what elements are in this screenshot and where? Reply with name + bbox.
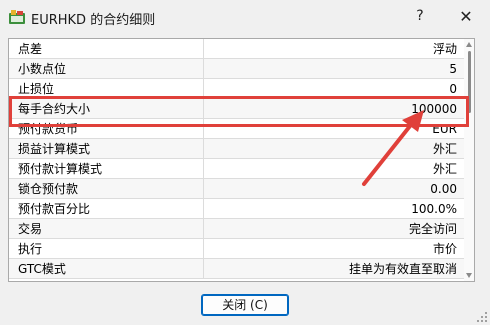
spec-row-execution[interactable]: 执行 市价	[9, 239, 464, 259]
spec-value: 100.0%	[411, 202, 457, 216]
spec-row-stops-level[interactable]: 止损位 0	[9, 79, 464, 99]
spec-label: 每手合约大小	[9, 99, 204, 118]
spec-row-profit-calc-mode[interactable]: 损益计算模式 外汇	[9, 139, 464, 159]
spec-value: 5	[449, 62, 457, 76]
spec-value: 0	[449, 82, 457, 96]
resize-grip-icon[interactable]	[477, 312, 487, 322]
window-title: EURHKD 的合约细则	[31, 13, 156, 28]
spec-row-digits[interactable]: 小数点位 5	[9, 59, 464, 79]
title-bar[interactable]: EURHKD 的合约细则 ? ✕	[0, 0, 490, 34]
scrollbar-thumb[interactable]	[468, 51, 471, 113]
spec-row-margin-calc-mode[interactable]: 预付款计算模式 外汇	[9, 159, 464, 179]
spec-row-contract-size[interactable]: 每手合约大小 100000	[9, 99, 464, 119]
spec-label: 锁仓预付款	[9, 179, 204, 198]
spec-row-margin-currency[interactable]: 预付款货币 EUR	[9, 119, 464, 139]
close-icon: ✕	[459, 6, 473, 26]
spec-label: 损益计算模式	[9, 139, 204, 158]
app-icon	[9, 10, 25, 24]
spec-list[interactable]: 点差 浮动 小数点位 5 止损位 0 每手合约大小 100000 预付款货币 E…	[8, 38, 475, 282]
spec-value: 0.00	[430, 182, 457, 196]
spec-label: 执行	[9, 239, 204, 258]
vertical-scrollbar[interactable]	[464, 39, 474, 281]
spec-value: 浮动	[432, 42, 457, 56]
spec-value: 市价	[432, 242, 457, 256]
spec-value: 挂单为有效直至取消	[348, 262, 457, 276]
window-close-button[interactable]: ✕	[444, 0, 488, 32]
help-icon: ?	[416, 8, 424, 24]
spec-value: 完全访问	[408, 222, 457, 236]
spec-label: 预付款百分比	[9, 199, 204, 218]
spec-label: 预付款计算模式	[9, 159, 204, 178]
spec-row-gtc-mode[interactable]: GTC模式 挂单为有效直至取消	[9, 259, 464, 279]
spec-row-spread[interactable]: 点差 浮动	[9, 39, 464, 59]
help-button[interactable]: ?	[398, 0, 442, 32]
spec-value: 外汇	[432, 142, 457, 156]
scroll-down-icon[interactable]	[466, 273, 472, 278]
spec-row-margin-percentage[interactable]: 预付款百分比 100.0%	[9, 199, 464, 219]
spec-label: 小数点位	[9, 59, 204, 78]
spec-row-trade-mode[interactable]: 交易 完全访问	[9, 219, 464, 239]
spec-label: 点差	[9, 39, 204, 58]
spec-label: 预付款货币	[9, 119, 204, 138]
spec-label: 止损位	[9, 79, 204, 98]
scroll-up-icon[interactable]	[466, 42, 472, 47]
spec-label: GTC模式	[9, 259, 204, 278]
spec-value: EUR	[432, 122, 457, 136]
spec-label: 交易	[9, 219, 204, 238]
spec-value: 100000	[411, 102, 457, 116]
spec-row-hedged-margin[interactable]: 锁仓预付款 0.00	[9, 179, 464, 199]
spec-value: 外汇	[432, 162, 457, 176]
contract-spec-dialog: EURHKD 的合约细则 ? ✕ 点差 浮动 小数点位 5 止损位 0 每手合约…	[0, 0, 490, 325]
close-button[interactable]: 关闭 (C)	[201, 294, 289, 316]
